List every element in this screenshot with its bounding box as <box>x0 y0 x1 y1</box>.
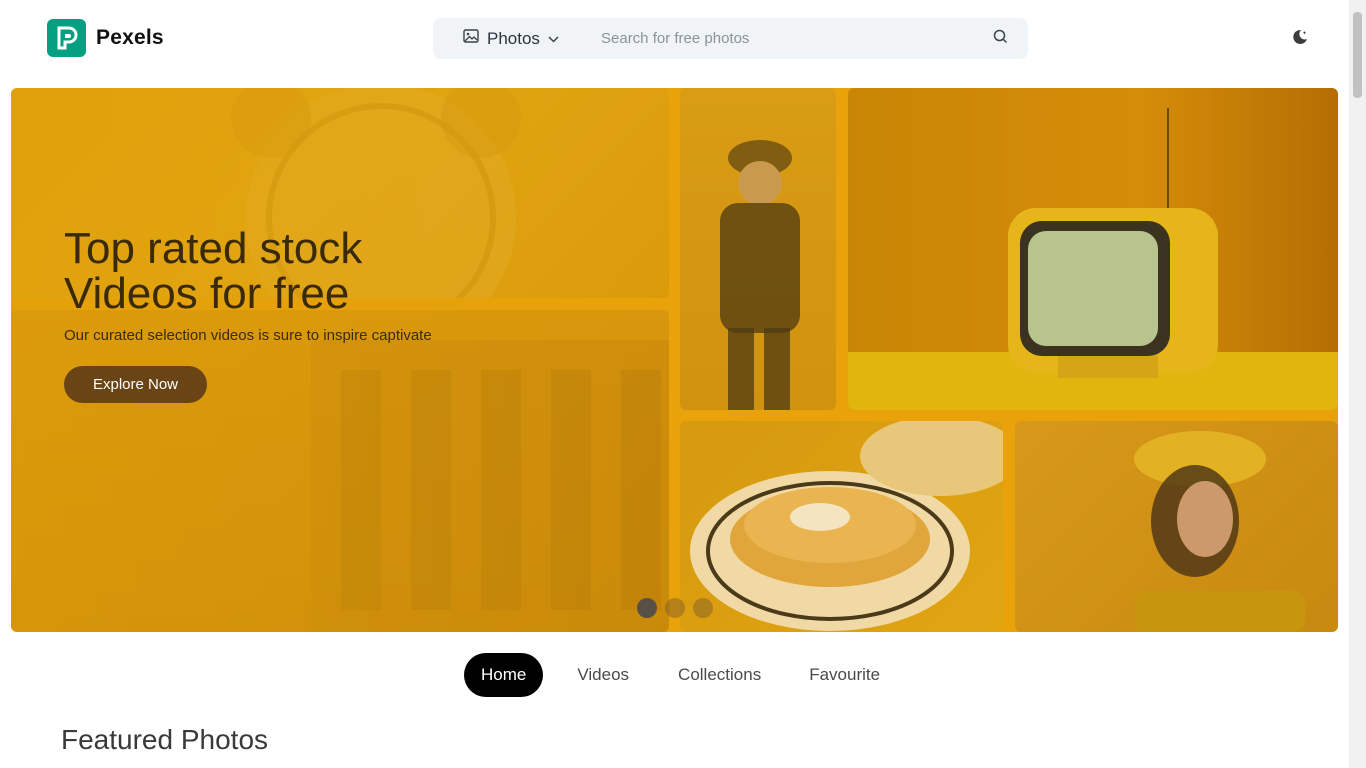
carousel-dot-1[interactable] <box>637 598 657 618</box>
pexels-logo-icon <box>47 19 86 57</box>
chevron-down-icon <box>548 30 559 48</box>
hero-image-child-police <box>680 88 836 410</box>
search-button[interactable] <box>972 18 1028 59</box>
page-scrollbar[interactable] <box>1349 0 1366 768</box>
carousel-dot-2[interactable] <box>665 598 685 618</box>
theme-toggle-button[interactable] <box>1288 27 1312 51</box>
hero-image-pancakes <box>680 421 1003 632</box>
tab-favourite[interactable]: Favourite <box>792 653 897 697</box>
search-icon <box>993 29 1008 49</box>
featured-photos-heading: Featured Photos <box>61 724 269 755</box>
image-icon <box>463 29 479 48</box>
explore-now-button[interactable]: Explore Now <box>64 366 207 403</box>
brand-name: Pexels <box>96 26 164 49</box>
search-type-label: Photos <box>487 28 540 48</box>
hero-text-overlay <box>11 88 669 632</box>
carousel-dots <box>637 598 713 618</box>
page: Pexels Photos Search for free photos Top… <box>0 0 1366 768</box>
search-type-select[interactable]: Photos <box>433 18 591 59</box>
tab-home[interactable]: Home <box>464 653 544 697</box>
hero-title-line1: Top rated stock <box>64 224 363 273</box>
tab-collections[interactable]: Collections <box>661 653 778 697</box>
search-bar: Photos <box>433 18 1028 59</box>
moon-icon <box>1291 28 1309 51</box>
search-input[interactable] <box>591 18 972 59</box>
hero-title: Top rated stock Videos for free <box>64 226 564 316</box>
brand-logo[interactable]: Pexels <box>47 19 164 57</box>
hero-image-woman-beret <box>1015 421 1338 632</box>
hero-subtitle: Our curated selection videos is sure to … <box>64 327 432 344</box>
tab-videos[interactable]: Videos <box>560 653 646 697</box>
hero-carousel: Top rated stock Videos for free Our cura… <box>11 88 1338 632</box>
hero-image-retro-tv <box>848 88 1338 410</box>
carousel-dot-3[interactable] <box>693 598 713 618</box>
nav-tabs: Home Videos Collections Favourite <box>464 653 897 697</box>
hero-title-line2: Videos for free <box>64 269 350 318</box>
scrollbar-thumb[interactable] <box>1353 12 1362 98</box>
